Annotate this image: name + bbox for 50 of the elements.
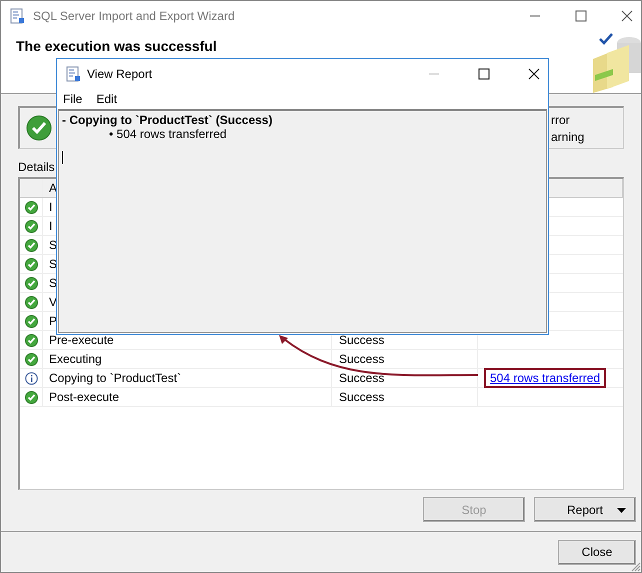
menu-item[interactable]: File: [63, 92, 82, 106]
success-icon: [24, 314, 38, 328]
checkmark-icon: [599, 33, 613, 45]
success-icon: [24, 276, 38, 290]
resize-grip-icon[interactable]: [631, 562, 641, 572]
action-cell: Executing: [49, 352, 102, 366]
success-icon: [24, 238, 38, 252]
report-text-area[interactable]: - Copying to `ProductTest` (Success) • 504 rows transferred: [58, 109, 547, 333]
status-cell: Success: [339, 371, 384, 385]
success-icon: [24, 390, 38, 404]
action-cell: I: [49, 200, 52, 214]
action-cell: S: [49, 238, 58, 252]
close-icon[interactable]: [528, 68, 540, 80]
action-cell: S: [49, 257, 58, 271]
status-cell: Success: [339, 352, 384, 366]
report-heading: - Copying to `ProductTest` (Success): [62, 113, 274, 127]
maximize-icon[interactable]: [575, 10, 587, 22]
caret-icon: [617, 508, 626, 513]
success-icon: [24, 334, 38, 346]
success-icon: [26, 115, 52, 141]
action-cell: Pre-execute: [49, 333, 114, 347]
close-icon[interactable]: [621, 10, 633, 22]
action-cell: P: [49, 314, 58, 328]
details-label: Details: [18, 160, 55, 174]
app-icon: [9, 8, 25, 24]
action-cell: S: [49, 276, 58, 290]
info-icon: [24, 372, 38, 384]
status-cell: Success: [339, 390, 384, 404]
status-cell: Success: [339, 333, 384, 347]
window-title: View Report: [87, 67, 152, 81]
success-icon: [24, 352, 38, 366]
action-cell: Post-execute: [49, 390, 120, 404]
app-icon: [65, 66, 81, 82]
success-icon: [24, 296, 38, 308]
maximize-icon[interactable]: [478, 68, 490, 80]
success-icon: [24, 200, 38, 214]
menu-item[interactable]: Edit: [96, 92, 118, 106]
action-cell: V: [49, 295, 58, 309]
close-button[interactable]: Close: [558, 540, 636, 564]
success-icon: [24, 258, 38, 270]
summary-text: rror: [551, 112, 571, 126]
summary-text: arning: [551, 130, 585, 144]
action-button[interactable]: Report: [534, 497, 636, 522]
action-cell: Copying to `ProductTest`: [49, 371, 182, 385]
success-icon: [24, 220, 38, 232]
window-title: SQL Server Import and Export Wizard: [33, 9, 235, 23]
page-title: The execution was successful: [16, 38, 217, 54]
message-link[interactable]: 504 rows transferred: [484, 368, 606, 388]
report-line: • 504 rows transferred: [108, 127, 228, 141]
action-cell: I: [49, 219, 52, 233]
